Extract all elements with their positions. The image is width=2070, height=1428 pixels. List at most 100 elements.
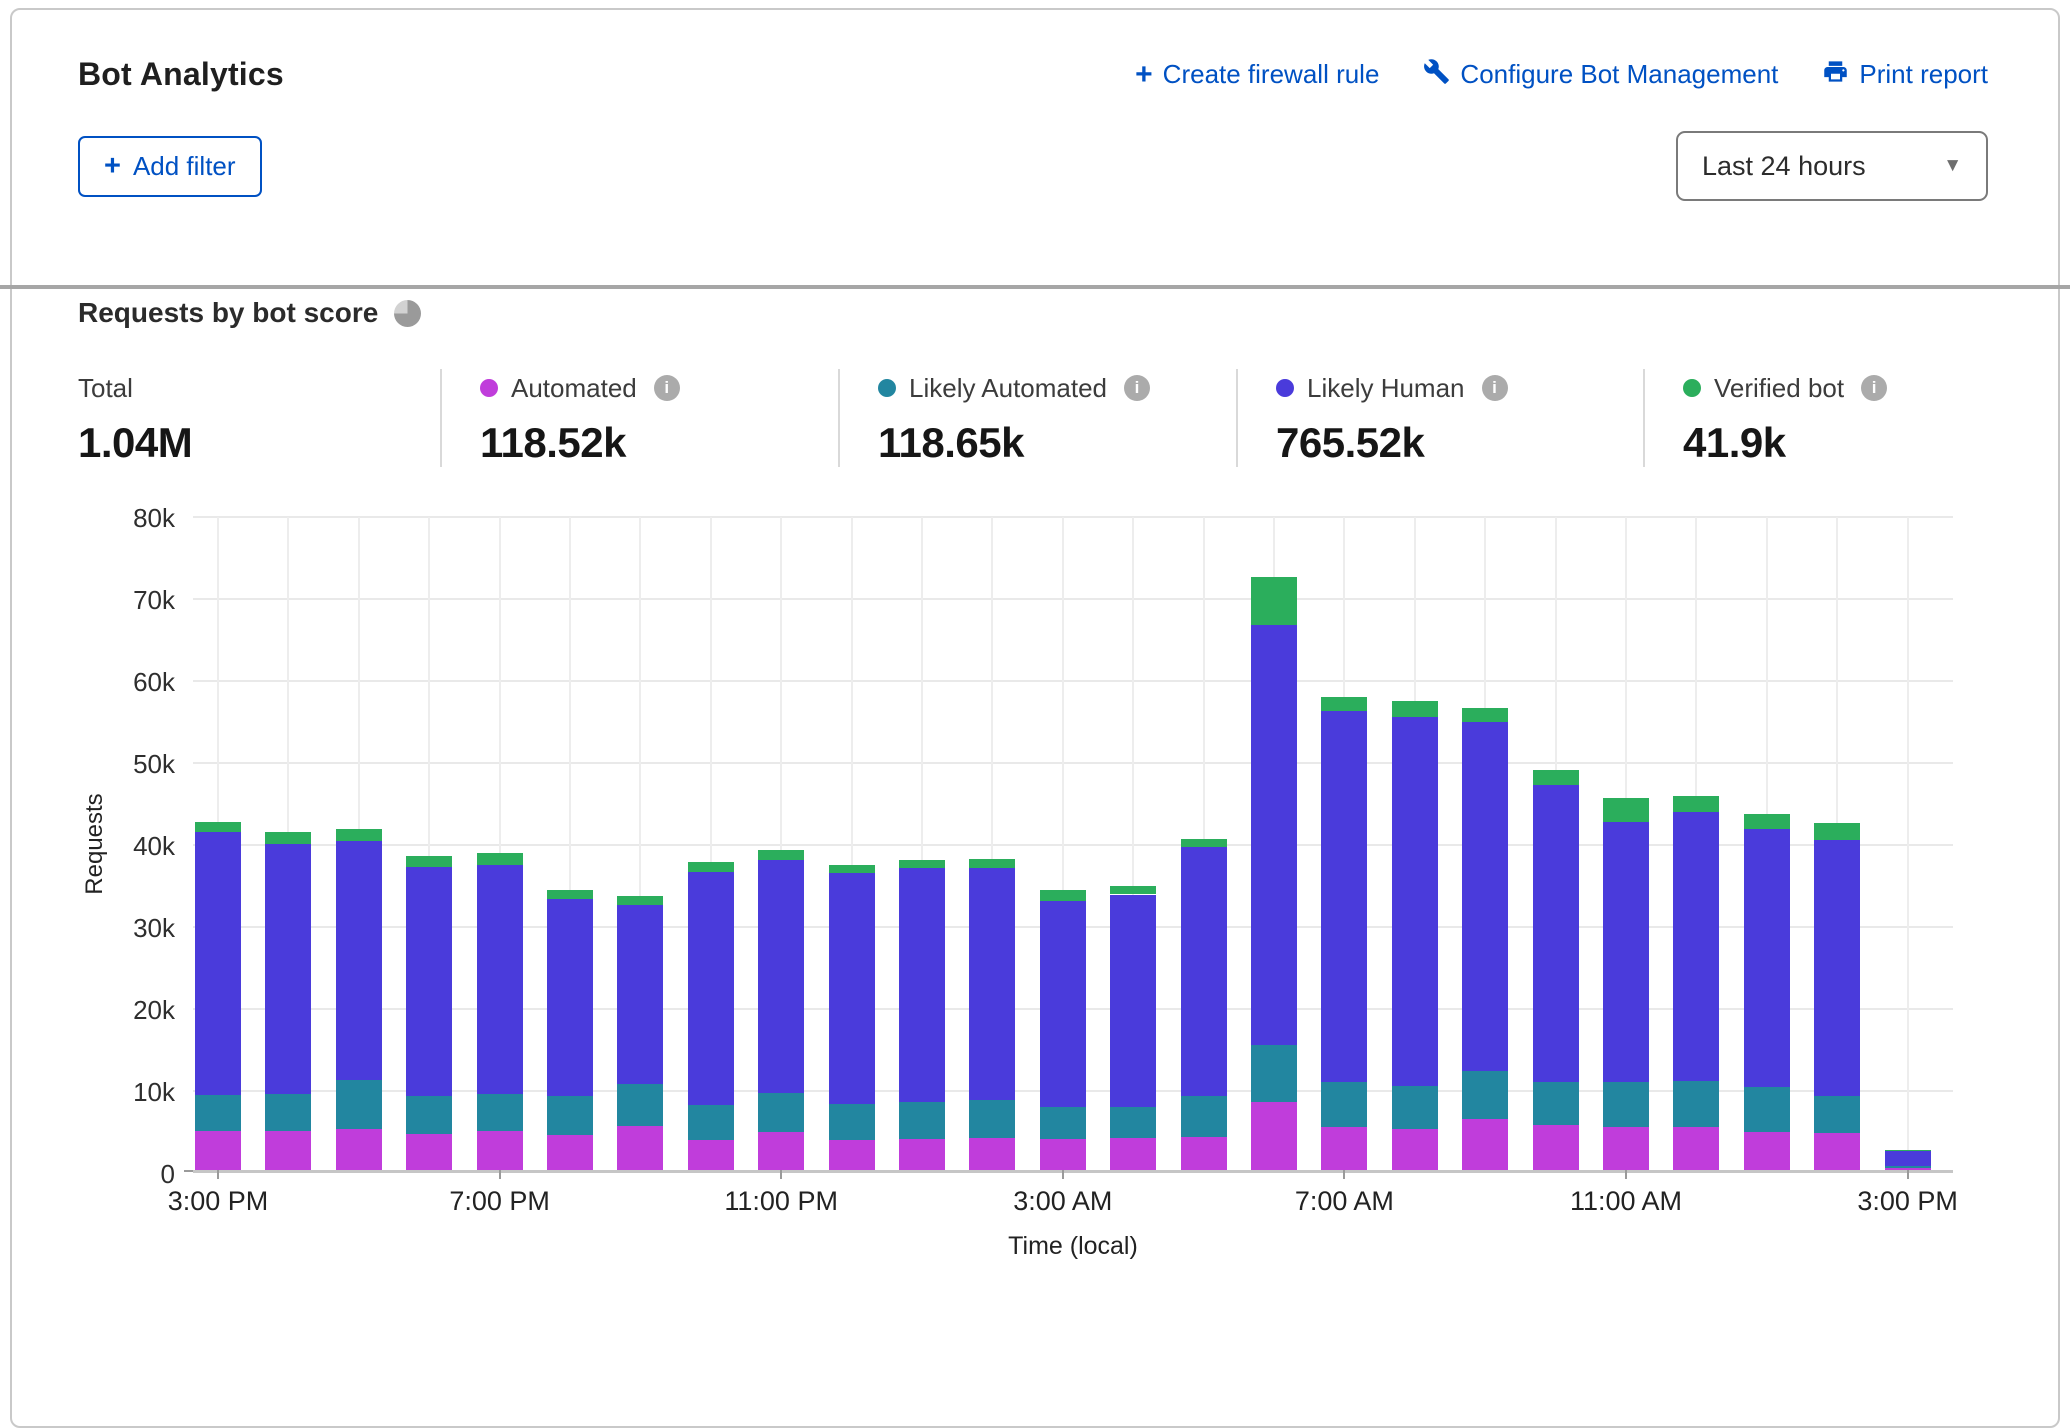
bar-segment-likely-automated[interactable] <box>547 1096 593 1135</box>
bar-segment-likely-human[interactable] <box>406 867 452 1096</box>
bar-segment-likely-automated[interactable] <box>688 1105 734 1139</box>
bar-segment-likely-automated[interactable] <box>1321 1082 1367 1127</box>
bar-segment-likely-human[interactable] <box>1814 840 1860 1097</box>
bar-24[interactable] <box>1885 514 1931 1170</box>
bar-segment-likely-human[interactable] <box>1040 901 1086 1107</box>
bar-22[interactable] <box>1744 514 1790 1170</box>
bar-segment-verified-bot[interactable] <box>1392 701 1438 717</box>
bar-segment-likely-human[interactable] <box>1462 722 1508 1071</box>
bar-segment-verified-bot[interactable] <box>617 896 663 905</box>
bar-7[interactable] <box>688 514 734 1170</box>
bar-segment-likely-human[interactable] <box>336 841 382 1080</box>
bar-17[interactable] <box>1392 514 1438 1170</box>
bar-segment-likely-automated[interactable] <box>1533 1082 1579 1125</box>
bar-segment-verified-bot[interactable] <box>1885 1150 1931 1151</box>
bar-segment-automated[interactable] <box>1181 1137 1227 1170</box>
bar-segment-likely-human[interactable] <box>477 865 523 1094</box>
bar-segment-likely-automated[interactable] <box>1603 1082 1649 1126</box>
bar-segment-automated[interactable] <box>758 1132 804 1170</box>
bar-segment-automated[interactable] <box>1744 1132 1790 1170</box>
bar-segment-verified-bot[interactable] <box>1321 697 1367 711</box>
bar-segment-verified-bot[interactable] <box>336 829 382 841</box>
bar-5[interactable] <box>547 514 593 1170</box>
bar-segment-verified-bot[interactable] <box>1533 770 1579 785</box>
bar-segment-likely-automated[interactable] <box>829 1104 875 1140</box>
bar-10[interactable] <box>899 514 945 1170</box>
bar-segment-verified-bot[interactable] <box>899 860 945 868</box>
bar-segment-automated[interactable] <box>1392 1129 1438 1170</box>
bar-segment-likely-automated[interactable] <box>1181 1096 1227 1137</box>
bar-segment-likely-automated[interactable] <box>1814 1096 1860 1133</box>
bar-segment-automated[interactable] <box>1814 1133 1860 1170</box>
bar-segment-automated[interactable] <box>829 1140 875 1170</box>
bar-segment-automated[interactable] <box>336 1129 382 1170</box>
bar-segment-likely-human[interactable] <box>969 868 1015 1100</box>
bar-segment-likely-human[interactable] <box>1251 625 1297 1045</box>
bar-14[interactable] <box>1181 514 1227 1170</box>
bar-segment-likely-automated[interactable] <box>617 1084 663 1126</box>
info-icon[interactable]: i <box>1482 375 1508 401</box>
bar-segment-likely-human[interactable] <box>547 899 593 1097</box>
bar-segment-likely-human[interactable] <box>1392 717 1438 1086</box>
bar-segment-automated[interactable] <box>1673 1127 1719 1170</box>
bar-segment-likely-automated[interactable] <box>1040 1107 1086 1139</box>
bar-segment-automated[interactable] <box>1603 1127 1649 1170</box>
create-firewall-rule-link[interactable]: + Create firewall rule <box>1135 59 1379 90</box>
bar-segment-likely-human[interactable] <box>829 873 875 1104</box>
bar-segment-verified-bot[interactable] <box>1673 796 1719 812</box>
bar-segment-automated[interactable] <box>617 1126 663 1170</box>
bar-18[interactable] <box>1462 514 1508 1170</box>
bar-20[interactable] <box>1603 514 1649 1170</box>
bar-segment-automated[interactable] <box>1251 1102 1297 1170</box>
bar-segment-verified-bot[interactable] <box>1744 814 1790 829</box>
bar-segment-automated[interactable] <box>1040 1139 1086 1170</box>
bar-segment-likely-human[interactable] <box>688 872 734 1105</box>
bar-segment-automated[interactable] <box>265 1131 311 1170</box>
bar-segment-likely-human[interactable] <box>758 860 804 1093</box>
bar-segment-verified-bot[interactable] <box>1040 890 1086 901</box>
bar-segment-likely-automated[interactable] <box>1392 1086 1438 1129</box>
bar-segment-likely-human[interactable] <box>1181 847 1227 1096</box>
bar-segment-automated[interactable] <box>547 1135 593 1170</box>
print-report-link[interactable]: Print report <box>1822 58 1988 92</box>
bar-0[interactable] <box>195 514 241 1170</box>
bar-segment-likely-automated[interactable] <box>1744 1087 1790 1132</box>
bar-segment-verified-bot[interactable] <box>1814 823 1860 839</box>
bar-segment-likely-automated[interactable] <box>1110 1107 1156 1138</box>
bar-1[interactable] <box>265 514 311 1170</box>
bar-segment-verified-bot[interactable] <box>1181 839 1227 847</box>
bar-segment-automated[interactable] <box>406 1134 452 1170</box>
bar-segment-likely-automated[interactable] <box>477 1094 523 1132</box>
bar-segment-verified-bot[interactable] <box>265 832 311 843</box>
info-icon[interactable]: i <box>654 375 680 401</box>
time-range-dropdown[interactable]: Last 24 hours ▼ <box>1676 131 1988 201</box>
bar-23[interactable] <box>1814 514 1860 1170</box>
bar-segment-likely-human[interactable] <box>899 868 945 1102</box>
bar-segment-likely-automated[interactable] <box>758 1093 804 1132</box>
bar-segment-automated[interactable] <box>195 1131 241 1170</box>
bar-11[interactable] <box>969 514 1015 1170</box>
bar-segment-verified-bot[interactable] <box>1462 708 1508 723</box>
bar-segment-automated[interactable] <box>477 1131 523 1170</box>
bar-16[interactable] <box>1321 514 1367 1170</box>
bar-segment-likely-human[interactable] <box>1603 822 1649 1082</box>
bar-segment-likely-human[interactable] <box>617 905 663 1084</box>
bar-segment-likely-automated[interactable] <box>265 1094 311 1131</box>
bar-6[interactable] <box>617 514 663 1170</box>
bar-segment-likely-automated[interactable] <box>1251 1045 1297 1102</box>
bar-segment-likely-automated[interactable] <box>406 1096 452 1134</box>
bar-segment-verified-bot[interactable] <box>195 822 241 833</box>
bar-segment-verified-bot[interactable] <box>969 859 1015 868</box>
bar-3[interactable] <box>406 514 452 1170</box>
add-filter-button[interactable]: + Add filter <box>78 136 262 197</box>
bar-2[interactable] <box>336 514 382 1170</box>
bar-segment-verified-bot[interactable] <box>758 850 804 860</box>
bar-segment-likely-human[interactable] <box>195 832 241 1094</box>
bar-segment-likely-automated[interactable] <box>1885 1166 1931 1168</box>
bar-19[interactable] <box>1533 514 1579 1170</box>
bar-segment-verified-bot[interactable] <box>1251 577 1297 625</box>
bar-segment-automated[interactable] <box>969 1138 1015 1170</box>
bar-segment-likely-human[interactable] <box>1110 895 1156 1107</box>
bar-segment-likely-human[interactable] <box>1744 829 1790 1087</box>
bar-segment-automated[interactable] <box>1110 1138 1156 1170</box>
